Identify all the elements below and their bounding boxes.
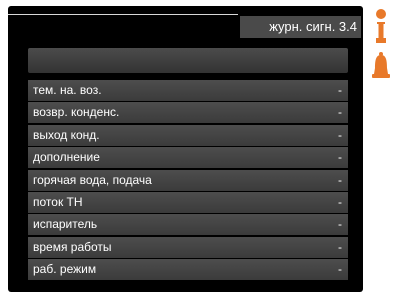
list-item-value: - (338, 239, 342, 254)
menu-title: журн. сигн. 3.4 (240, 16, 361, 38)
list-item[interactable]: поток ТН - (28, 191, 348, 213)
header-divider (8, 14, 238, 15)
list-item-value: - (338, 127, 342, 142)
alarm-log-list: тем. на. воз. - возвр. конденс. - выход … (28, 80, 348, 282)
list-item-value: - (338, 172, 342, 187)
list-item-label: возвр. конденс. (33, 105, 120, 120)
list-item-value: - (338, 262, 342, 277)
list-item-label: испаритель (33, 217, 98, 232)
list-item[interactable]: раб. режим - (28, 259, 348, 281)
side-indicator-panel (370, 8, 392, 88)
list-item[interactable]: время работы - (28, 236, 348, 258)
list-item-label: выход конд. (33, 127, 100, 142)
display-screen: журн. сигн. 3.4 тем. на. воз. - возвр. к… (8, 6, 363, 292)
list-item-label: поток ТН (33, 194, 83, 209)
list-item[interactable]: тем. на. воз. - (28, 80, 348, 101)
list-item-value: - (338, 83, 342, 97)
list-item-label: тем. на. воз. (33, 83, 102, 97)
list-item-label: горячая вода, подача (33, 172, 152, 187)
list-item-value: - (338, 150, 342, 165)
list-item[interactable]: дополнение - (28, 147, 348, 169)
menu-selection-bar[interactable] (28, 48, 348, 73)
list-item-value: - (338, 217, 342, 232)
list-item[interactable]: возвр. конденс. - (28, 102, 348, 124)
list-item-label: раб. режим (33, 262, 97, 277)
list-item[interactable]: выход конд. - (28, 124, 348, 146)
list-item[interactable]: испаритель - (28, 214, 348, 236)
list-item-label: время работы (33, 239, 112, 254)
list-item-label: дополнение (33, 150, 100, 165)
list-item-value: - (338, 194, 342, 209)
alarm-bell-icon (372, 52, 390, 78)
list-item-value: - (338, 105, 342, 120)
list-item[interactable]: горячая вода, подача - (28, 169, 348, 191)
info-icon (376, 9, 386, 43)
